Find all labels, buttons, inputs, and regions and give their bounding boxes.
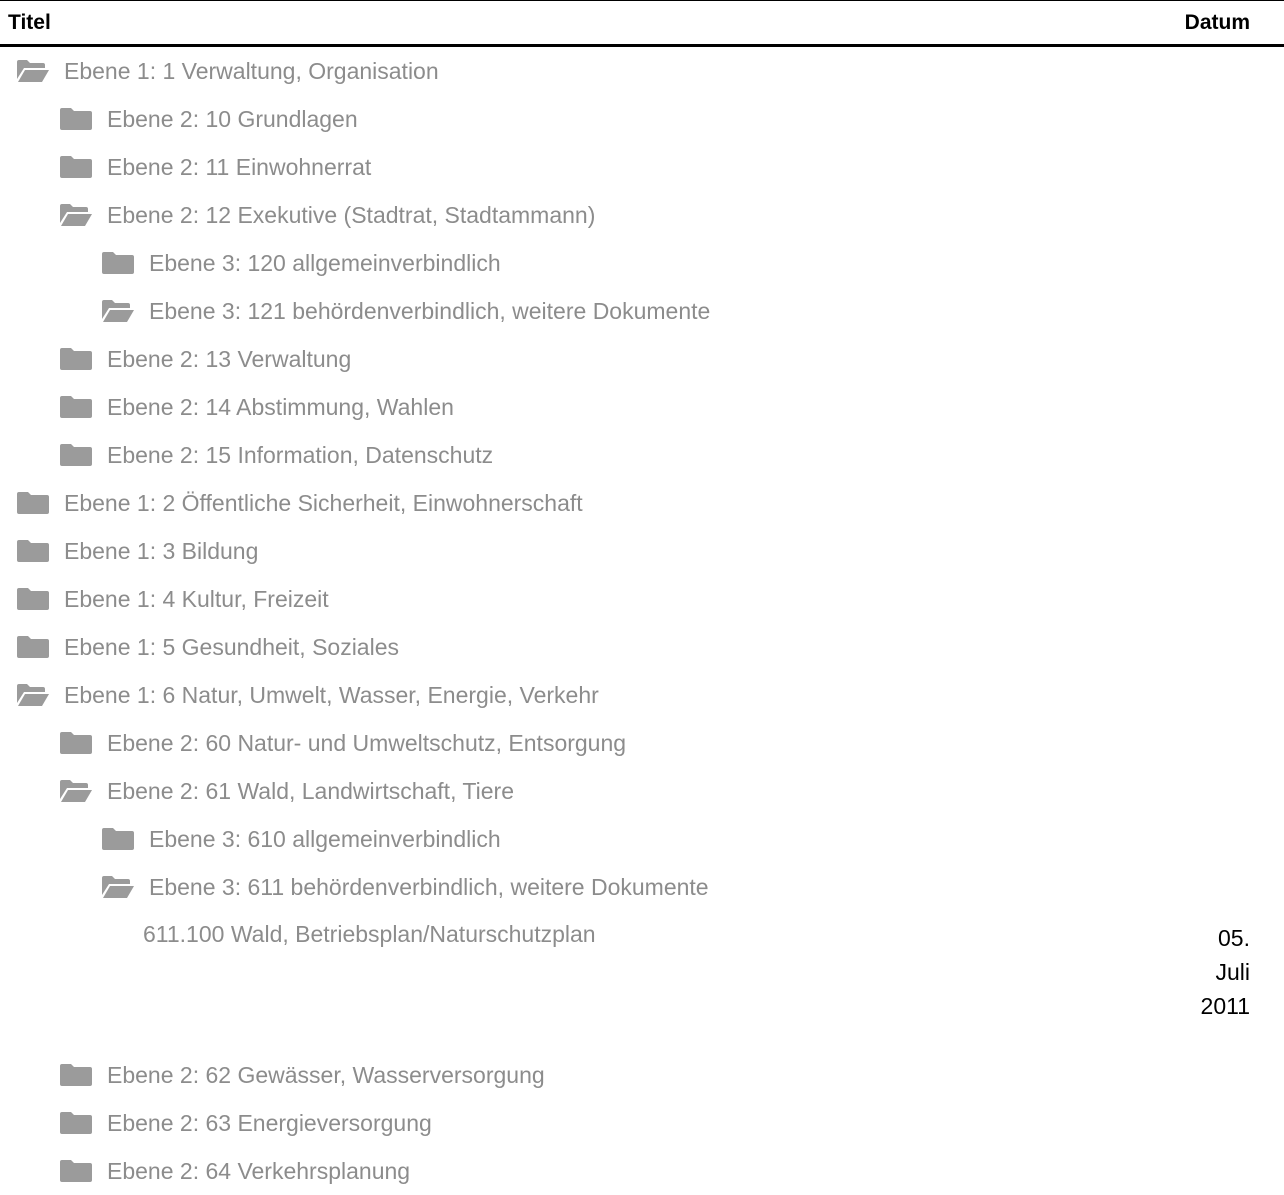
folder-label[interactable]: Ebene 2: 10 Grundlagen xyxy=(107,106,358,133)
folder-open-icon xyxy=(59,779,93,803)
folder-label[interactable]: Ebene 3: 611 behördenverbindlich, weiter… xyxy=(149,874,709,901)
document-link[interactable]: 611.100 Wald, Betriebsplan/Naturschutzpl… xyxy=(143,921,596,948)
folder-row[interactable]: Ebene 2: 13 Verwaltung xyxy=(0,335,1284,383)
folder-label[interactable]: Ebene 2: 13 Verwaltung xyxy=(107,346,351,373)
document-row[interactable]: 611.100 Wald, Betriebsplan/Naturschutzpl… xyxy=(0,911,1284,1051)
column-header-date: Datum xyxy=(1184,11,1250,34)
folder-row[interactable]: Ebene 2: 62 Gewässer, Wasserversorgung xyxy=(0,1051,1284,1099)
folder-icon xyxy=(16,587,50,611)
folder-icon xyxy=(59,395,93,419)
folder-row[interactable]: Ebene 1: 6 Natur, Umwelt, Wasser, Energi… xyxy=(0,671,1284,719)
folder-label[interactable]: Ebene 1: 6 Natur, Umwelt, Wasser, Energi… xyxy=(64,682,599,709)
folder-label[interactable]: Ebene 1: 1 Verwaltung, Organisation xyxy=(64,58,439,85)
folder-label[interactable]: Ebene 2: 62 Gewässer, Wasserversorgung xyxy=(107,1062,545,1089)
folder-label[interactable]: Ebene 3: 610 allgemeinverbindlich xyxy=(149,826,501,853)
folder-icon xyxy=(16,539,50,563)
folder-label[interactable]: Ebene 2: 64 Verkehrsplanung xyxy=(107,1158,410,1185)
date-part: 05. xyxy=(1218,925,1250,951)
folder-icon xyxy=(59,731,93,755)
folder-icon xyxy=(16,491,50,515)
folder-row[interactable]: Ebene 3: 121 behördenverbindlich, weiter… xyxy=(0,287,1284,335)
folder-row[interactable]: Ebene 2: 60 Natur- und Umweltschutz, Ent… xyxy=(0,719,1284,767)
table-header: Titel Datum xyxy=(0,0,1284,47)
folder-row[interactable]: Ebene 1: 3 Bildung xyxy=(0,527,1284,575)
folder-label[interactable]: Ebene 1: 4 Kultur, Freizeit xyxy=(64,586,329,613)
folder-label[interactable]: Ebene 1: 3 Bildung xyxy=(64,538,258,565)
folder-label[interactable]: Ebene 3: 121 behördenverbindlich, weiter… xyxy=(149,298,710,325)
folder-label[interactable]: Ebene 2: 61 Wald, Landwirtschaft, Tiere xyxy=(107,778,514,805)
folder-label[interactable]: Ebene 2: 12 Exekutive (Stadtrat, Stadtam… xyxy=(107,202,595,229)
folder-icon xyxy=(59,107,93,131)
folder-icon xyxy=(59,1111,93,1135)
folder-row[interactable]: Ebene 1: 5 Gesundheit, Soziales xyxy=(0,623,1284,671)
folder-row[interactable]: Ebene 2: 15 Information, Datenschutz xyxy=(0,431,1284,479)
folder-icon xyxy=(101,827,135,851)
folder-icon xyxy=(59,1063,93,1087)
folder-open-icon xyxy=(59,203,93,227)
folder-open-icon xyxy=(101,299,135,323)
folder-row[interactable]: Ebene 1: 1 Verwaltung, Organisation xyxy=(0,47,1284,95)
folder-icon xyxy=(16,635,50,659)
tree-rows: Ebene 1: 1 Verwaltung, Organisation Ebene… xyxy=(0,47,1284,1195)
folder-row[interactable]: Ebene 2: 11 Einwohnerrat xyxy=(0,143,1284,191)
folder-label[interactable]: Ebene 1: 5 Gesundheit, Soziales xyxy=(64,634,399,661)
folder-label[interactable]: Ebene 2: 63 Energieversorgung xyxy=(107,1110,432,1137)
folder-row[interactable]: Ebene 2: 12 Exekutive (Stadtrat, Stadtam… xyxy=(0,191,1284,239)
folder-open-icon xyxy=(16,683,50,707)
folder-row[interactable]: Ebene 2: 10 Grundlagen xyxy=(0,95,1284,143)
folder-label[interactable]: Ebene 3: 120 allgemeinverbindlich xyxy=(149,250,501,277)
folder-icon xyxy=(59,1159,93,1183)
date-part: 2011 xyxy=(1200,993,1250,1019)
folder-label[interactable]: Ebene 1: 2 Öffentliche Sicherheit, Einwo… xyxy=(64,490,583,517)
folder-label[interactable]: Ebene 2: 15 Information, Datenschutz xyxy=(107,442,493,469)
folder-row[interactable]: Ebene 3: 611 behördenverbindlich, weiter… xyxy=(0,863,1284,911)
column-header-title: Titel xyxy=(8,11,51,34)
folder-open-icon xyxy=(16,59,50,83)
folder-row[interactable]: Ebene 1: 2 Öffentliche Sicherheit, Einwo… xyxy=(0,479,1284,527)
folder-label[interactable]: Ebene 2: 11 Einwohnerrat xyxy=(107,154,371,181)
folder-icon xyxy=(59,443,93,467)
folder-icon xyxy=(59,347,93,371)
folder-open-icon xyxy=(101,875,135,899)
folder-row[interactable]: Ebene 1: 4 Kultur, Freizeit xyxy=(0,575,1284,623)
folder-label[interactable]: Ebene 2: 14 Abstimmung, Wahlen xyxy=(107,394,454,421)
folder-label[interactable]: Ebene 2: 60 Natur- und Umweltschutz, Ent… xyxy=(107,730,626,757)
folder-row[interactable]: Ebene 2: 63 Energieversorgung xyxy=(0,1099,1284,1147)
folder-row[interactable]: Ebene 2: 64 Verkehrsplanung xyxy=(0,1147,1284,1195)
folder-icon xyxy=(59,155,93,179)
folder-row[interactable]: Ebene 3: 120 allgemeinverbindlich xyxy=(0,239,1284,287)
folder-row[interactable]: Ebene 3: 610 allgemeinverbindlich xyxy=(0,815,1284,863)
document-tree-table: Titel Datum Ebene 1: 1 Verwaltung, Organ… xyxy=(0,0,1284,1195)
folder-row[interactable]: Ebene 2: 61 Wald, Landwirtschaft, Tiere xyxy=(0,767,1284,815)
date-part: Juli xyxy=(1215,959,1250,985)
folder-row[interactable]: Ebene 2: 14 Abstimmung, Wahlen xyxy=(0,383,1284,431)
folder-icon xyxy=(101,251,135,275)
document-date: 05. Juli 2011 xyxy=(1170,921,1250,1023)
